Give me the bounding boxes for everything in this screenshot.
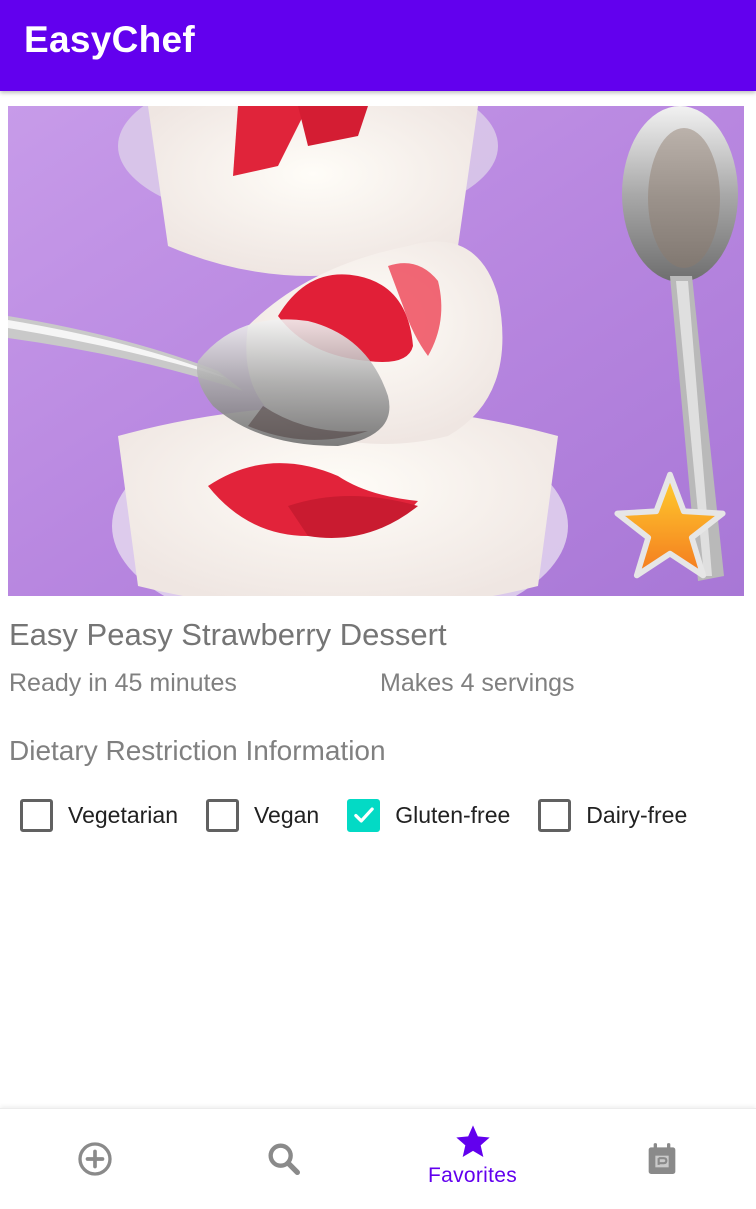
planner-icon (648, 1143, 675, 1174)
nav-planner[interactable] (567, 1109, 756, 1209)
gluten-free-option[interactable]: Gluten-free (347, 798, 511, 832)
gluten-free-checkbox[interactable] (347, 798, 381, 832)
nav-favorites[interactable]: Favorites (378, 1109, 567, 1209)
vegetarian-checkbox[interactable] (20, 798, 53, 832)
nav-favorites-label: Favorites (427, 1164, 518, 1187)
servings: Makes 4 servings (380, 669, 575, 697)
vegetarian-label: Vegetarian (68, 801, 178, 828)
gluten-free-label: Gluten-free (395, 801, 511, 828)
vegan-checkbox[interactable] (205, 798, 239, 832)
app-title: EasyChef (24, 19, 196, 60)
dietary-heading: Dietary Restriction Information (9, 735, 386, 766)
favorite-star-icon[interactable] (612, 470, 728, 580)
vegetarian-option[interactable]: Vegetarian (20, 798, 178, 832)
app-bar: EasyChef (0, 0, 756, 91)
ready-time: Ready in 45 minutes (9, 669, 237, 697)
bottom-navigation: Favorites (0, 1108, 756, 1209)
dairy-free-option[interactable]: Dairy-free (538, 798, 688, 832)
nav-add-recipe[interactable] (0, 1109, 189, 1209)
nav-search[interactable] (189, 1109, 378, 1209)
star-icon (455, 1125, 490, 1157)
vegan-option[interactable]: Vegan (205, 798, 320, 832)
add-circle-icon (77, 1142, 112, 1176)
checkmark-icon (353, 807, 374, 823)
recipe-title: Easy Peasy Strawberry Dessert (9, 617, 447, 652)
search-icon (268, 1143, 300, 1175)
vegan-label: Vegan (253, 801, 320, 828)
dairy-free-checkbox[interactable] (538, 798, 572, 832)
recipe-image (8, 106, 744, 596)
dietary-options: Vegetarian Vegan Gluten-free Dairy-free (20, 797, 715, 833)
dairy-free-label: Dairy-free (586, 801, 688, 828)
